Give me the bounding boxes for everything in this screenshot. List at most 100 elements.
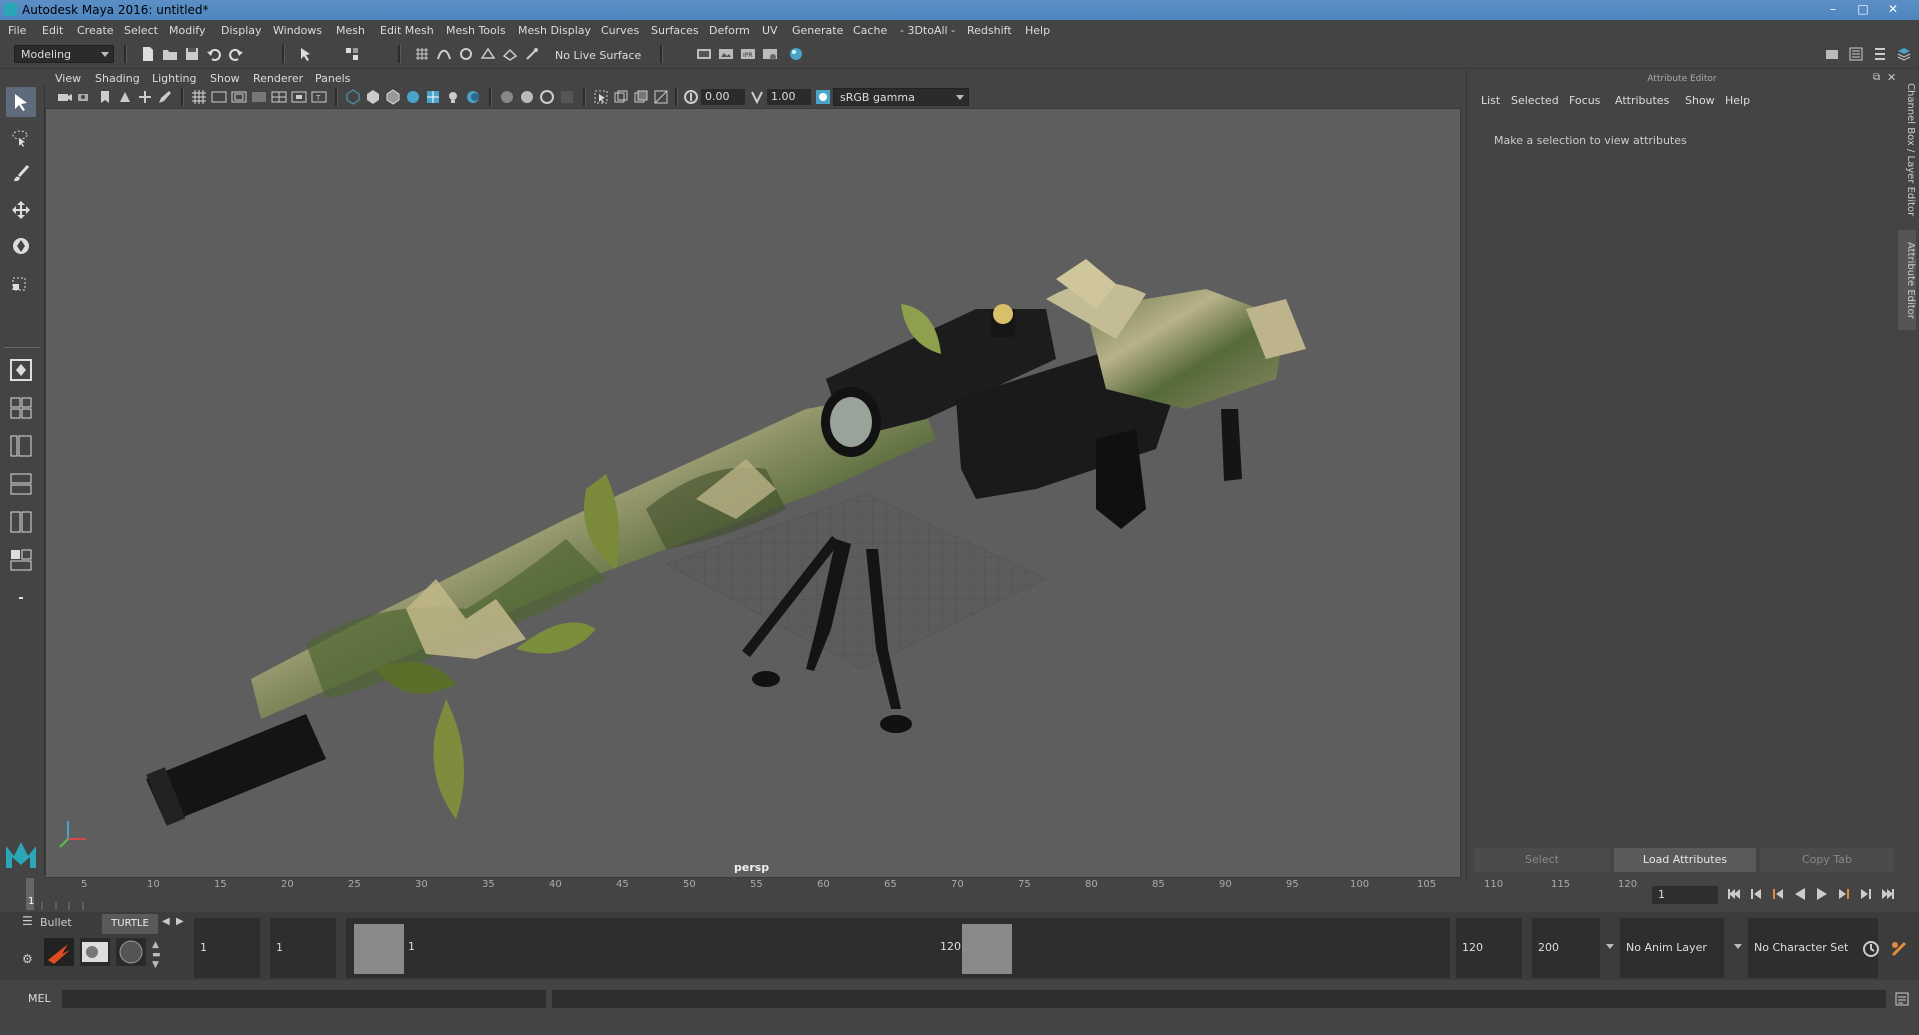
move-tool-button[interactable] <box>6 195 36 225</box>
step-back-key-icon[interactable] <box>1748 886 1764 902</box>
menu-mesh-display[interactable]: Mesh Display <box>518 24 591 37</box>
range-slider-track[interactable]: 1 120 <box>346 918 1450 978</box>
select-component-icon[interactable] <box>344 46 360 62</box>
gamma-icon[interactable] <box>749 89 765 105</box>
menu-deform[interactable]: Deform <box>709 24 750 37</box>
persp-hypershade-layout-button[interactable] <box>6 507 36 537</box>
make-live-icon[interactable] <box>524 46 540 62</box>
attribute-editor-toggle-icon[interactable] <box>1848 46 1864 62</box>
snap-view-plane-icon[interactable] <box>480 46 496 62</box>
menu-create[interactable]: Create <box>77 24 114 37</box>
lasso-tool-button[interactable] <box>6 123 36 153</box>
ae-menu-help[interactable]: Help <box>1725 94 1750 107</box>
panel-menu-renderer[interactable]: Renderer <box>253 72 303 85</box>
use-all-lights-icon[interactable] <box>445 89 461 105</box>
modeling-toolkit-icon[interactable] <box>1824 46 1840 62</box>
float-panel-icon[interactable]: ⧉ <box>1873 72 1880 83</box>
xray-joints-icon[interactable] <box>633 89 649 105</box>
exposure-field[interactable]: 0.00 <box>701 89 745 105</box>
field-chart-icon[interactable] <box>271 89 287 105</box>
tab-attribute-editor[interactable]: Attribute Editor <box>1898 230 1916 330</box>
persp-outliner-layout-button[interactable] <box>6 431 36 461</box>
image-plane-icon[interactable] <box>117 89 133 105</box>
xray-components-icon[interactable] <box>653 89 669 105</box>
select-tool-button[interactable] <box>6 87 36 117</box>
channel-box-icon[interactable] <box>1896 46 1912 62</box>
tab-channel-box[interactable]: Channel Box / Layer Editor <box>1898 80 1916 220</box>
anim-layer-dropdown[interactable]: No Anim Layer <box>1620 918 1724 978</box>
menu-curves[interactable]: Curves <box>601 24 639 37</box>
playback-start-field[interactable]: 1 <box>270 918 336 978</box>
render-current-icon[interactable] <box>718 46 734 62</box>
depth-of-field-icon[interactable] <box>559 89 575 105</box>
grid-icon[interactable] <box>191 89 207 105</box>
snap-grid-icon[interactable] <box>414 46 430 62</box>
menu-file[interactable]: File <box>8 24 26 37</box>
menu-modify[interactable]: Modify <box>169 24 205 37</box>
gate-mask-icon[interactable] <box>251 89 267 105</box>
undo-icon[interactable] <box>206 46 222 62</box>
default-material-icon[interactable] <box>405 89 421 105</box>
ae-load-attributes-button[interactable]: Load Attributes <box>1614 848 1756 872</box>
maximize-icon[interactable]: □ <box>1850 0 1876 18</box>
chevron-down-icon[interactable] <box>1734 944 1742 949</box>
shelf-tab-turtle[interactable]: TURTLE <box>102 914 158 934</box>
menu-help[interactable]: Help <box>1025 24 1050 37</box>
character-set-dropdown[interactable]: No Character Set <box>1748 918 1878 978</box>
shelf-settings-icon[interactable]: ⚙ <box>22 952 33 966</box>
script-language-label[interactable]: MEL <box>28 992 51 1005</box>
panel-menu-shading[interactable]: Shading <box>95 72 140 85</box>
current-frame-field[interactable]: 1 <box>1652 886 1718 904</box>
perspective-viewport[interactable]: persp <box>45 108 1461 878</box>
close-icon[interactable]: ✕ <box>1880 0 1906 18</box>
shelf-scroll-icon[interactable]: ▲ ▬ ▼ <box>152 940 161 970</box>
snap-curve-icon[interactable] <box>436 46 452 62</box>
ae-menu-focus[interactable]: Focus <box>1569 94 1600 107</box>
close-panel-icon[interactable]: ✕ <box>1887 71 1896 84</box>
command-input[interactable] <box>62 990 546 1008</box>
open-scene-icon[interactable] <box>162 46 178 62</box>
four-view-layout-button[interactable] <box>6 393 36 423</box>
tool-settings-icon[interactable] <box>1872 46 1888 62</box>
menu-mesh[interactable]: Mesh <box>336 24 365 37</box>
textured-icon[interactable] <box>425 89 441 105</box>
snap-point-icon[interactable] <box>458 46 474 62</box>
hypershade-icon[interactable] <box>788 46 804 62</box>
paint-select-tool-button[interactable] <box>6 159 36 189</box>
menu-generate[interactable]: Generate <box>792 24 843 37</box>
shelf-tab-bullet[interactable]: Bullet <box>40 916 98 932</box>
camera-attributes-icon[interactable] <box>77 89 93 105</box>
ae-menu-selected[interactable]: Selected <box>1511 94 1559 107</box>
select-camera-icon[interactable] <box>57 89 73 105</box>
animation-start-field[interactable]: 1 <box>194 918 260 978</box>
ae-select-button[interactable]: Select <box>1474 848 1610 872</box>
shelf-item-fire[interactable] <box>44 938 74 966</box>
ambient-occlusion-icon[interactable] <box>499 89 515 105</box>
chevron-down-icon[interactable] <box>1606 944 1614 949</box>
film-gate-icon[interactable] <box>211 89 227 105</box>
resolution-gate-icon[interactable] <box>231 89 247 105</box>
scale-tool-button[interactable] <box>6 267 36 297</box>
save-scene-icon[interactable] <box>184 46 200 62</box>
script-editor-icon[interactable] <box>1894 991 1910 1007</box>
menu-select[interactable]: Select <box>124 24 158 37</box>
ae-menu-attributes[interactable]: Attributes <box>1615 94 1669 107</box>
shelf-scroll-left-icon[interactable]: ◀ <box>162 916 170 927</box>
grease-pencil-icon[interactable] <box>157 89 173 105</box>
exposure-icon[interactable] <box>683 89 699 105</box>
isolate-select-icon[interactable] <box>593 89 609 105</box>
color-management-icon[interactable] <box>815 89 831 105</box>
bookmark-icon[interactable] <box>97 89 113 105</box>
range-end-handle[interactable] <box>962 924 1012 974</box>
menu-edit[interactable]: Edit <box>42 24 63 37</box>
xray-icon[interactable] <box>613 89 629 105</box>
rotate-tool-button[interactable] <box>6 231 36 261</box>
menuset-dropdown[interactable]: Modeling <box>14 45 114 63</box>
persp-uv-layout-button[interactable] <box>6 545 36 575</box>
shelf-item-sphere[interactable] <box>116 938 146 966</box>
menu-edit-mesh[interactable]: Edit Mesh <box>380 24 434 37</box>
ae-copy-tab-button[interactable]: Copy Tab <box>1760 848 1894 872</box>
render-settings-icon[interactable] <box>762 46 778 62</box>
shelf-menu-icon[interactable]: ☰ <box>22 914 38 934</box>
snap-surface-icon[interactable] <box>502 46 518 62</box>
